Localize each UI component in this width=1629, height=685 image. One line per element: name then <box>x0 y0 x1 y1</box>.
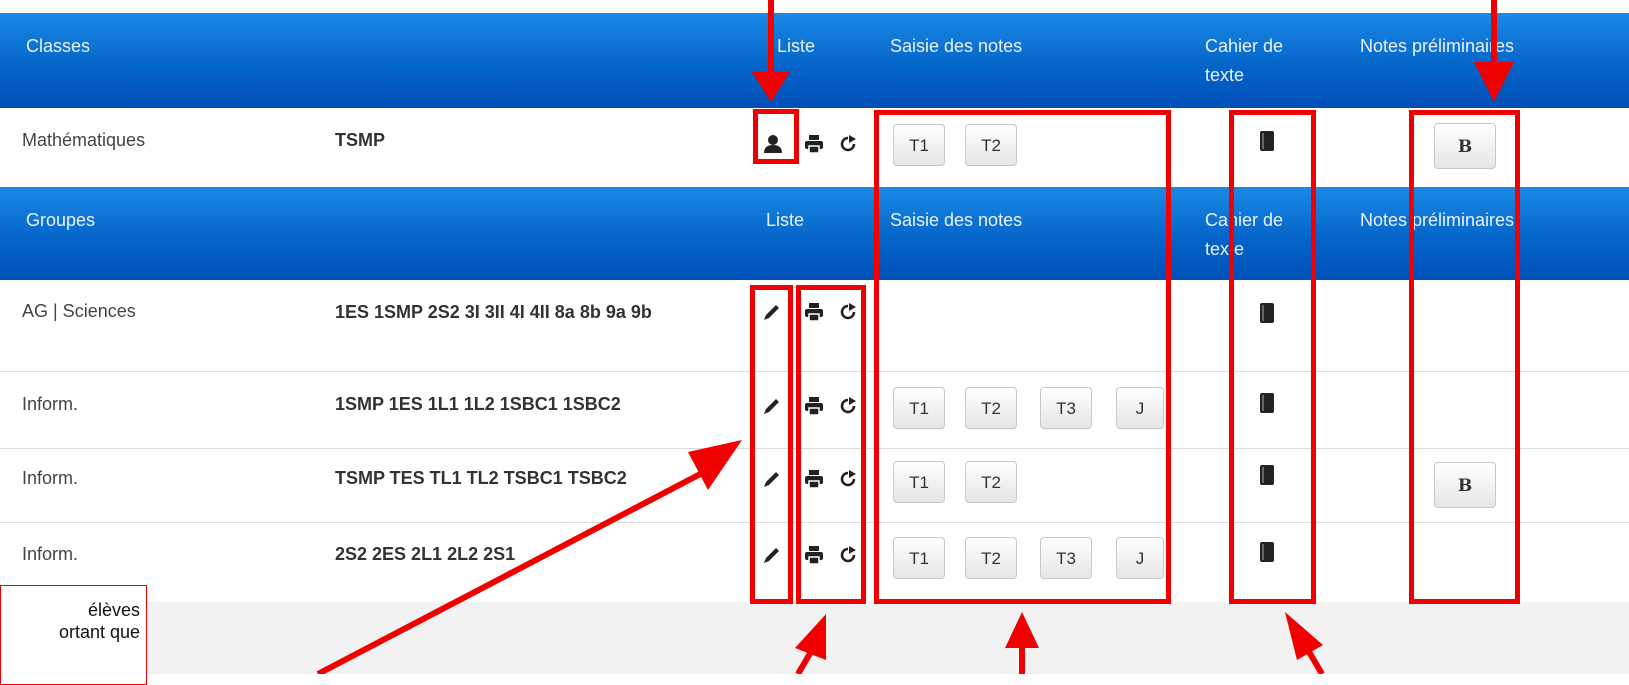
arrow-to-edit <box>316 467 710 674</box>
annotation-arrows <box>316 0 1514 674</box>
arrow-down-liste-head <box>752 72 790 102</box>
arrow-to-cahier <box>1305 648 1325 674</box>
arrow-to-edit-head <box>688 440 742 490</box>
arrow-to-saisie-head <box>1005 612 1039 648</box>
arrow-to-cahier-head <box>1285 612 1323 660</box>
arrow-down-prelim-head <box>1474 62 1514 102</box>
arrow-to-print-head <box>795 614 826 660</box>
